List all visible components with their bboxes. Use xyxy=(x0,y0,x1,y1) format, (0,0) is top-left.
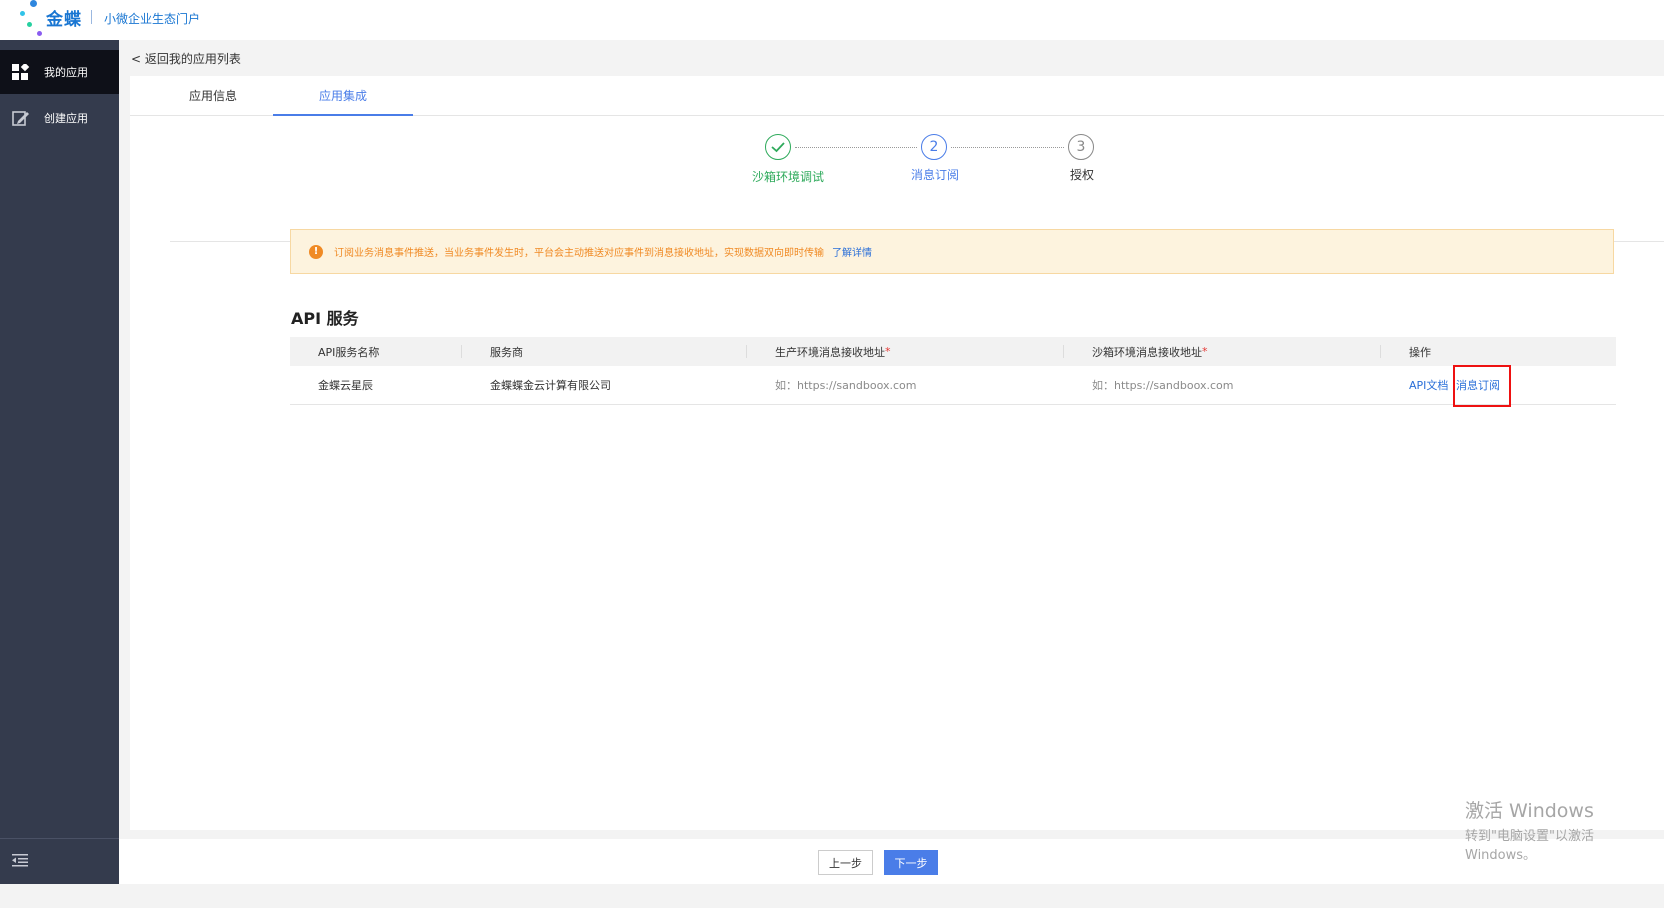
brand-divider xyxy=(91,10,92,24)
cell-provider: 金蝶蝶金云计算有限公司 xyxy=(490,379,611,392)
brand-name[interactable]: 金蝶 xyxy=(46,5,82,30)
tab-app-integration[interactable]: 应用集成 xyxy=(273,76,413,116)
back-to-app-list-link[interactable]: < 返回我的应用列表 xyxy=(130,40,1664,76)
watermark-line-2: 转到"电脑设置"以激活 Windows。 xyxy=(1465,829,1594,863)
bottom-strip xyxy=(0,884,1664,908)
highlight-box xyxy=(1453,365,1511,407)
brand-subtitle[interactable]: 小微企业生态门户 xyxy=(104,10,200,27)
column-divider xyxy=(1063,345,1064,358)
apps-grid-icon xyxy=(12,62,30,80)
step-2-indicator: 2 xyxy=(921,134,947,160)
step-done-icon xyxy=(765,134,791,160)
collapse-menu-button[interactable] xyxy=(0,838,119,884)
step-connector xyxy=(795,147,917,148)
info-alert: ! 订阅业务消息事件推送，当业务事件发生时，平台会主动推送对应事件到消息接收地址… xyxy=(290,229,1614,274)
prod-url-input[interactable]: 如：https://sandboox.com xyxy=(775,366,916,404)
main-content: < 返回我的应用列表 应用信息 应用集成 xyxy=(130,40,1664,830)
sidebar-item-label: 创建应用 xyxy=(44,112,88,125)
table-row: 金蝶云星辰 金蝶蝶金云计算有限公司 如：https://sandboox.com… xyxy=(290,366,1616,405)
header-actions: 操作 xyxy=(1409,345,1431,359)
next-step-button[interactable]: 下一步 xyxy=(884,850,938,875)
api-docs-link[interactable]: API文档 xyxy=(1409,366,1448,404)
sidebar-item-label: 我的应用 xyxy=(44,66,88,79)
watermark-line-1: 激活 Windows xyxy=(1465,800,1594,822)
edit-icon xyxy=(12,110,30,126)
column-divider xyxy=(1380,345,1381,358)
brand-logo-icon xyxy=(16,0,46,36)
sidebar-item-my-apps[interactable]: 我的应用 xyxy=(0,50,119,94)
step-3-label: 授权 xyxy=(1070,168,1095,182)
tab-app-info[interactable]: 应用信息 xyxy=(168,76,258,116)
warning-icon: ! xyxy=(309,244,323,259)
step-1-label: 沙箱环境调试 xyxy=(752,170,825,184)
header-api-name: API服务名称 xyxy=(318,345,380,359)
sandbox-url-input[interactable]: 如：https://sandboox.com xyxy=(1092,366,1233,404)
step-3-indicator: 3 xyxy=(1068,134,1094,160)
collapse-menu-icon xyxy=(12,853,28,870)
tab-bar: 应用信息 应用集成 xyxy=(130,76,1664,116)
header-prod-url: 生产环境消息接收地址 * xyxy=(775,345,891,359)
column-divider xyxy=(461,345,462,358)
cell-api-name: 金蝶云星辰 xyxy=(318,379,373,392)
api-service-table: API服务名称 服务商 生产环境消息接收地址 * 沙箱环境消息接收地址 * 操作 金… xyxy=(290,337,1616,405)
sidebar-item-create-app[interactable]: 创建应用 xyxy=(0,96,119,140)
prev-step-button[interactable]: 上一步 xyxy=(818,850,873,875)
step-connector xyxy=(951,147,1064,148)
step-2-label: 消息订阅 xyxy=(911,168,960,182)
header-provider: 服务商 xyxy=(490,345,523,359)
header-sandbox-url: 沙箱环境消息接收地址 * xyxy=(1092,345,1208,359)
section-title: API 服务 xyxy=(291,309,359,328)
column-divider xyxy=(746,345,747,358)
alert-text: 订阅业务消息事件推送，当业务事件发生时，平台会主动推送对应事件到消息接收地址，实… xyxy=(334,248,824,259)
table-header: API服务名称 服务商 生产环境消息接收地址 * 沙箱环境消息接收地址 * 操作 xyxy=(290,337,1616,366)
windows-activation-watermark: 激活 Windows 转到"电脑设置"以激活 Windows。 xyxy=(1465,796,1664,863)
footer-bar: 上一步 下一步 xyxy=(119,839,1664,884)
sidebar: 我的应用 创建应用 xyxy=(0,40,119,884)
top-header: 金蝶 小微企业生态门户 xyxy=(0,0,1664,40)
learn-more-link[interactable]: 了解详情 xyxy=(832,244,872,259)
